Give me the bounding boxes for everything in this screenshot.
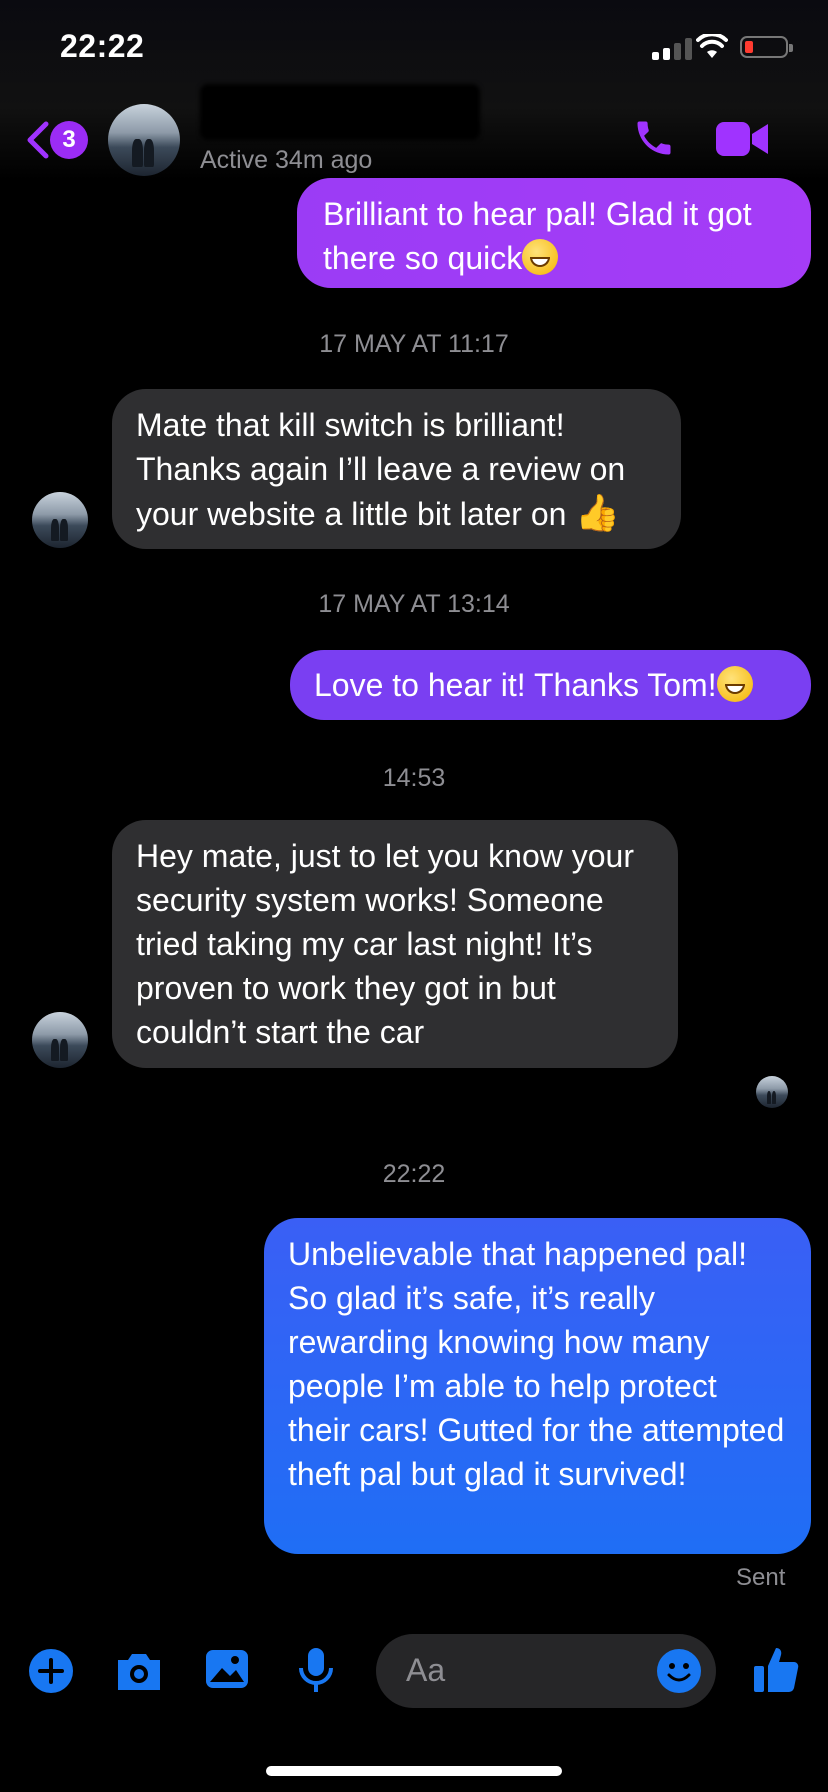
sender-avatar[interactable] bbox=[32, 492, 88, 548]
message-text: Love to hear it! Thanks Tom! bbox=[314, 667, 717, 703]
emoji-icon[interactable] bbox=[656, 1648, 702, 1699]
outgoing-message-bubble[interactable]: Love to hear it! Thanks Tom! bbox=[290, 650, 811, 720]
phone-icon[interactable] bbox=[632, 116, 676, 165]
incoming-message-bubble[interactable]: Mate that kill switch is brilliant! Than… bbox=[112, 389, 681, 549]
message-text: Unbelievable that happened pal! So glad … bbox=[288, 1236, 785, 1492]
active-status: Active 34m ago bbox=[200, 146, 373, 174]
photo-icon[interactable] bbox=[204, 1648, 250, 1695]
message-timestamp: 17 MAY AT 13:14 bbox=[318, 590, 510, 618]
contact-name-redacted[interactable] bbox=[200, 84, 480, 140]
unread-count-badge[interactable]: 3 bbox=[50, 121, 88, 159]
video-camera-icon[interactable] bbox=[714, 120, 770, 163]
message-timestamp: 14:53 bbox=[382, 764, 446, 792]
message-text: Mate that kill switch is brilliant! Than… bbox=[136, 407, 626, 532]
thumbs-up-icon[interactable] bbox=[752, 1644, 800, 1699]
plus-icon[interactable] bbox=[28, 1648, 74, 1699]
outgoing-message-bubble[interactable]: Brilliant to hear pal! Glad it got there… bbox=[297, 178, 811, 288]
status-bar-time: 22:22 bbox=[60, 28, 145, 64]
back-chevron-icon[interactable] bbox=[24, 120, 50, 165]
wifi-icon bbox=[696, 32, 728, 65]
grinning-face-icon bbox=[522, 239, 559, 275]
sent-status: Sent bbox=[736, 1564, 786, 1591]
camera-icon[interactable] bbox=[114, 1650, 164, 1697]
cellular-signal-icon bbox=[652, 36, 692, 60]
sender-avatar[interactable] bbox=[32, 1012, 88, 1068]
seen-receipt-avatar bbox=[756, 1076, 788, 1108]
thumbs-up-emoji-icon: 👍 bbox=[575, 492, 621, 533]
outgoing-message-bubble[interactable]: Unbelievable that happened pal! So glad … bbox=[264, 1218, 811, 1554]
home-indicator[interactable] bbox=[266, 1766, 562, 1776]
message-timestamp: 22:22 bbox=[382, 1160, 446, 1188]
battery-icon bbox=[740, 36, 793, 58]
message-text: Hey mate, just to let you know your secu… bbox=[136, 838, 634, 1050]
contact-avatar[interactable] bbox=[108, 104, 180, 176]
message-input-placeholder: Aa bbox=[406, 1652, 446, 1688]
grinning-face-icon bbox=[716, 666, 753, 702]
microphone-icon[interactable] bbox=[296, 1646, 336, 1699]
incoming-message-bubble[interactable]: Hey mate, just to let you know your secu… bbox=[112, 820, 678, 1068]
message-timestamp: 17 MAY AT 11:17 bbox=[319, 330, 509, 358]
